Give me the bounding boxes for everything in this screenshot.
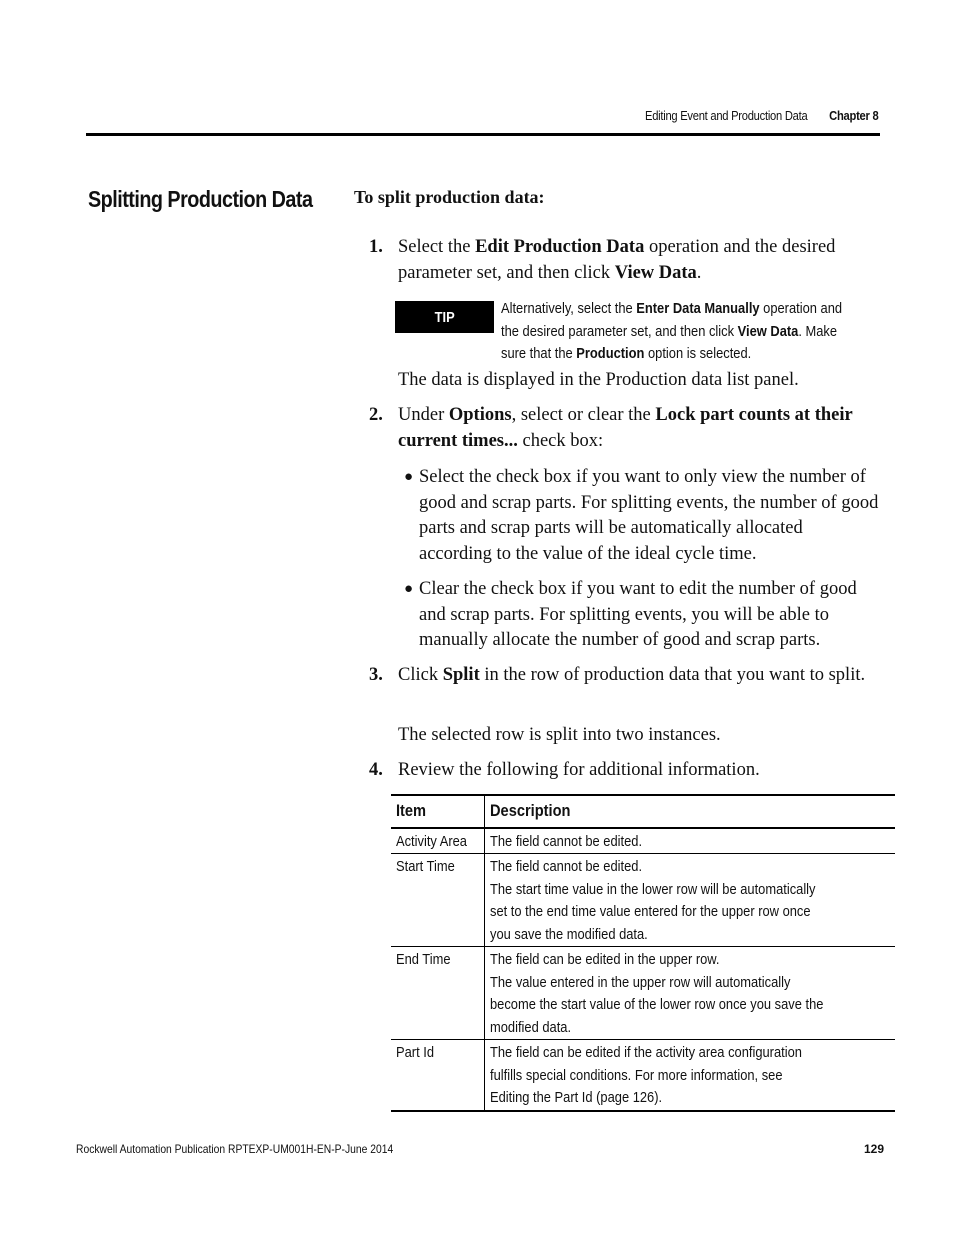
table-row: Activity Area The field cannot be edited. bbox=[391, 827, 895, 854]
header-section-title: Editing Event and Production Data bbox=[644, 108, 808, 123]
bullet-item: ● Select the check box if you want to on… bbox=[404, 465, 879, 567]
description-line: Editing the Part Id (page 126). bbox=[489, 1089, 662, 1106]
description-line: The start time value in the lower row wi… bbox=[489, 880, 816, 898]
description-line: you save the modified data. bbox=[489, 925, 648, 943]
step-number: 4. bbox=[369, 760, 383, 780]
item-text: End Time bbox=[396, 951, 451, 968]
procedure-title: To split production data: bbox=[354, 187, 545, 207]
item-cell: End Time bbox=[391, 946, 485, 1040]
description-text: The field can be edited in the upper row… bbox=[490, 949, 834, 1039]
step-2: 2. Under Options, select or clear the Lo… bbox=[369, 403, 874, 454]
description-cell: The field can be edited if the activity … bbox=[484, 1039, 895, 1112]
footer-publication: Rockwell Automation Publication RPTEXP-U… bbox=[76, 1142, 394, 1156]
step-text: Review the following for additional info… bbox=[398, 758, 874, 784]
item-description-table: Item Description Activity Area The field … bbox=[391, 794, 895, 1112]
step-3: 3. Click Split in the row of production … bbox=[369, 663, 874, 689]
header-text: Description bbox=[489, 801, 570, 820]
bullet-icon: ● bbox=[404, 469, 414, 485]
ui-term: View Data bbox=[737, 322, 799, 340]
bullet-text: Select the check box if you want to only… bbox=[419, 467, 879, 564]
step-number: 3. bbox=[369, 665, 383, 685]
ui-term: Enter Data Manually bbox=[636, 300, 760, 317]
step-text: Select the Edit Production Data operatio… bbox=[398, 235, 874, 286]
text: Review the following for additional info… bbox=[398, 760, 760, 780]
ui-term: Production bbox=[576, 345, 645, 362]
text: Select the bbox=[398, 237, 476, 257]
step-number: 1. bbox=[369, 237, 383, 257]
table-row: Start Time The field cannot be edited. The… bbox=[391, 853, 895, 947]
description-text: The field can be edited if the activity … bbox=[490, 1042, 834, 1110]
text: option is selected. bbox=[644, 345, 752, 362]
page-number: 129 bbox=[863, 1142, 884, 1156]
text: . bbox=[696, 262, 702, 283]
step-1-result: The data is displayed in the Production … bbox=[398, 370, 799, 390]
description-line: The field cannot be edited. bbox=[489, 858, 642, 875]
description-line: modified data. bbox=[489, 1018, 571, 1036]
step-4: 4. Review the following for additional i… bbox=[369, 758, 874, 784]
item-text: Start Time bbox=[396, 858, 455, 875]
description-cell: The field can be edited in the upper row… bbox=[484, 946, 895, 1040]
text: Under bbox=[398, 405, 449, 425]
running-header: Editing Event and Production Data Chapte… bbox=[644, 108, 879, 123]
table-header-row: Item Description bbox=[391, 795, 895, 829]
column-header-item: Item bbox=[391, 795, 485, 829]
tip-label: TIP bbox=[395, 301, 494, 333]
bullet-item: ● Clear the check box if you want to edi… bbox=[404, 577, 879, 654]
description-text: The field cannot be edited. The start tim… bbox=[490, 856, 834, 946]
description-cell: The field cannot be edited. bbox=[484, 827, 895, 854]
header-text: Item bbox=[396, 801, 427, 820]
tip-label-text: TIP bbox=[434, 308, 455, 326]
description-line: set to the end time value entered for th… bbox=[489, 903, 811, 920]
step-3-result: The selected row is split into two insta… bbox=[398, 725, 721, 745]
text: Click bbox=[398, 665, 443, 685]
text: in the row of production data that you w… bbox=[479, 665, 866, 685]
header-rule bbox=[86, 133, 880, 136]
description-line: become the start value of the lower row … bbox=[489, 996, 823, 1013]
item-cell: Activity Area bbox=[391, 827, 485, 854]
description-cell: The field cannot be edited. The start tim… bbox=[484, 853, 895, 947]
item-cell: Start Time bbox=[391, 853, 485, 947]
ui-term: Split bbox=[442, 665, 480, 685]
item-text: Activity Area bbox=[396, 832, 467, 850]
item-cell: Part Id bbox=[391, 1039, 485, 1112]
column-header-description: Description bbox=[484, 795, 895, 829]
description-line: The value entered in the upper row will … bbox=[489, 973, 790, 991]
description-line: fulfills special conditions. For more in… bbox=[489, 1066, 783, 1084]
section-title: Splitting Production Data bbox=[88, 186, 313, 212]
step-text: Click Split in the row of production dat… bbox=[398, 663, 874, 689]
item-text: Part Id bbox=[396, 1044, 435, 1061]
step-text: Under Options, select or clear the Lock … bbox=[398, 403, 874, 454]
tip-text: Alternatively, select the Enter Data Man… bbox=[501, 298, 862, 366]
ui-term: Edit Production Data bbox=[475, 237, 645, 257]
text: Alternatively, select the bbox=[501, 300, 637, 317]
bullet-text: Clear the check box if you want to edit … bbox=[419, 579, 857, 650]
text: check box: bbox=[517, 430, 604, 451]
description-text: The field cannot be edited. bbox=[490, 831, 834, 854]
header-chapter: Chapter 8 bbox=[828, 108, 879, 123]
step-number: 2. bbox=[369, 405, 383, 425]
ui-term: Options bbox=[448, 405, 512, 425]
description-line: The field can be edited if the activity … bbox=[489, 1044, 802, 1061]
table-row: End Time The field can be edited in the u… bbox=[391, 946, 895, 1040]
description-line: The field can be edited in the upper row… bbox=[489, 951, 720, 968]
ui-term: View Data bbox=[614, 262, 697, 283]
text: , select or clear the bbox=[511, 405, 656, 425]
table-row: Part Id The field can be edited if the ac… bbox=[391, 1039, 895, 1112]
description-line: The field cannot be edited. bbox=[489, 832, 642, 850]
step-1: 1. Select the Edit Production Data opera… bbox=[369, 235, 874, 286]
bullet-icon: ● bbox=[404, 581, 414, 597]
